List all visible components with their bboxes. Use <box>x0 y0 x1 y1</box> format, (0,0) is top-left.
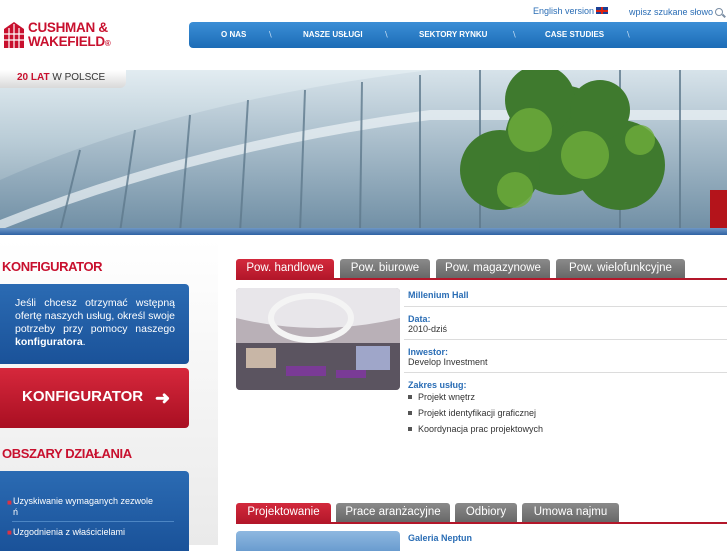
obszary-heading: OBSZARY DZIAŁANIA <box>2 446 132 461</box>
badge-text: W POLSCE <box>52 72 106 83</box>
konfigurator-link[interactable]: konfiguratora <box>15 336 83 348</box>
logo-globe-icon <box>4 22 24 48</box>
logo-line2: WAKEFIELD <box>28 34 105 49</box>
konfigurator-button-label: KONFIGURATOR <box>22 388 144 405</box>
hero-banner <box>0 70 727 232</box>
bullet-icon <box>408 395 412 399</box>
konfigurator-info-box: Jeśli chcesz otrzymać wstępną ofertę nas… <box>0 284 189 364</box>
konfigurator-button[interactable]: KONFIGURATOR ➜ <box>0 368 189 428</box>
service-item-label: Projekt wnętrz <box>418 392 476 402</box>
banner-divider <box>0 228 727 235</box>
scope-label: Zakres usług: <box>408 380 467 390</box>
bullet-icon: ■ <box>7 528 12 537</box>
divider <box>404 306 727 307</box>
obszary-item[interactable]: ■ Uzgodnienia z właścicielami <box>7 527 126 537</box>
obszary-item-label: Uzyskiwanie wymaganych zezwole ń <box>13 496 154 517</box>
project-photo[interactable] <box>236 288 400 390</box>
divider <box>12 521 174 522</box>
investor-label: Inwestor: <box>408 347 449 357</box>
konfigurator-text-end: . <box>82 336 86 348</box>
nav-item-sektory-rynku[interactable]: SEKTORY RYNKU <box>419 30 487 39</box>
search-input[interactable]: wpisz szukane słowo <box>624 5 726 20</box>
mall-interior-image <box>236 288 400 390</box>
tab-underline <box>236 522 727 524</box>
bullet-icon: ■ <box>7 498 12 507</box>
date-value: 2010-dziś <box>408 324 448 334</box>
tab-pow-wielofunkcyjne[interactable]: Pow. wielofunkcyjne <box>556 259 685 279</box>
nav-item-nasze-uslugi[interactable]: NASZE USŁUGI <box>303 30 363 39</box>
banner-building-image <box>0 70 727 232</box>
service-item: Koordynacja prac projektowych <box>408 424 544 434</box>
bullet-icon <box>408 427 412 431</box>
konfigurator-heading: KONFIGURATOR <box>2 259 103 274</box>
nav-separator: \ <box>513 30 516 39</box>
search-placeholder: wpisz szukane słowo <box>629 7 714 17</box>
anniversary-badge: 20 LAT W POLSCE <box>0 70 126 88</box>
nav-item-case-studies[interactable]: CASE STUDIES <box>545 30 604 39</box>
tab-pow-magazynowe[interactable]: Pow. magazynowe <box>436 259 550 279</box>
tab-odbiory[interactable]: Odbiory <box>455 503 517 523</box>
tab-projektowanie[interactable]: Projektowanie <box>236 503 331 523</box>
arrow-right-icon: ➜ <box>155 388 171 408</box>
obszary-list: ■ Uzyskiwanie wymaganych zezwole ń ■ Uzgod… <box>0 471 189 551</box>
obszary-item[interactable]: ■ Uzyskiwanie wymaganych zezwole ń <box>7 496 173 518</box>
search-icon[interactable] <box>715 8 723 16</box>
service-item: Projekt wnętrz <box>408 392 476 402</box>
logo-line1: CUSHMAN & <box>28 20 108 35</box>
nav-separator: \ <box>627 30 630 39</box>
obszary-item-label: Uzgodnienia z właścicielami <box>13 527 126 537</box>
tab-pow-biurowe[interactable]: Pow. biurowe <box>340 259 430 279</box>
investor-value: Develop Investment <box>408 357 488 367</box>
tab-prace-aranzacyjne[interactable]: Prace aranżacyjne <box>336 503 450 523</box>
project-title[interactable]: Millenium Hall <box>408 290 469 300</box>
english-version-link[interactable]: English version <box>533 6 594 16</box>
divider <box>404 372 727 373</box>
service-item-label: Koordynacja prac projektowych <box>418 424 544 434</box>
badge-number: 20 LAT <box>17 72 50 83</box>
nav-item-kontakt[interactable]: KONTAKT <box>221 56 260 65</box>
tab-pow-handlowe[interactable]: Pow. handlowe <box>236 259 334 279</box>
tab-umowa-najmu[interactable]: Umowa najmu <box>522 503 619 523</box>
date-label: Data: <box>408 314 431 324</box>
tab-underline <box>236 278 727 280</box>
nav-separator: \ <box>385 30 388 39</box>
bullet-icon <box>408 411 412 415</box>
logo-registered-mark: ® <box>104 39 111 48</box>
nav-item-o-nas[interactable]: O NAS <box>221 30 246 39</box>
service-item: Projekt identyfikacji graficznej <box>408 408 537 418</box>
logo[interactable]: CUSHMAN & WAKEFIELD® <box>0 18 130 52</box>
divider <box>404 339 727 340</box>
uk-flag-icon[interactable] <box>596 7 608 14</box>
nav-separator: \ <box>269 30 272 39</box>
service-item-label: Projekt identyfikacji graficznej <box>418 408 537 418</box>
main-nav: O NAS \ NASZE USŁUGI \ SEKTORY RYNKU \ C… <box>189 22 727 48</box>
project2-title[interactable]: Galeria Neptun <box>408 533 472 543</box>
konfigurator-text: Jeśli chcesz otrzymać wstępną ofertę nas… <box>15 297 175 335</box>
project2-photo[interactable] <box>236 531 400 551</box>
